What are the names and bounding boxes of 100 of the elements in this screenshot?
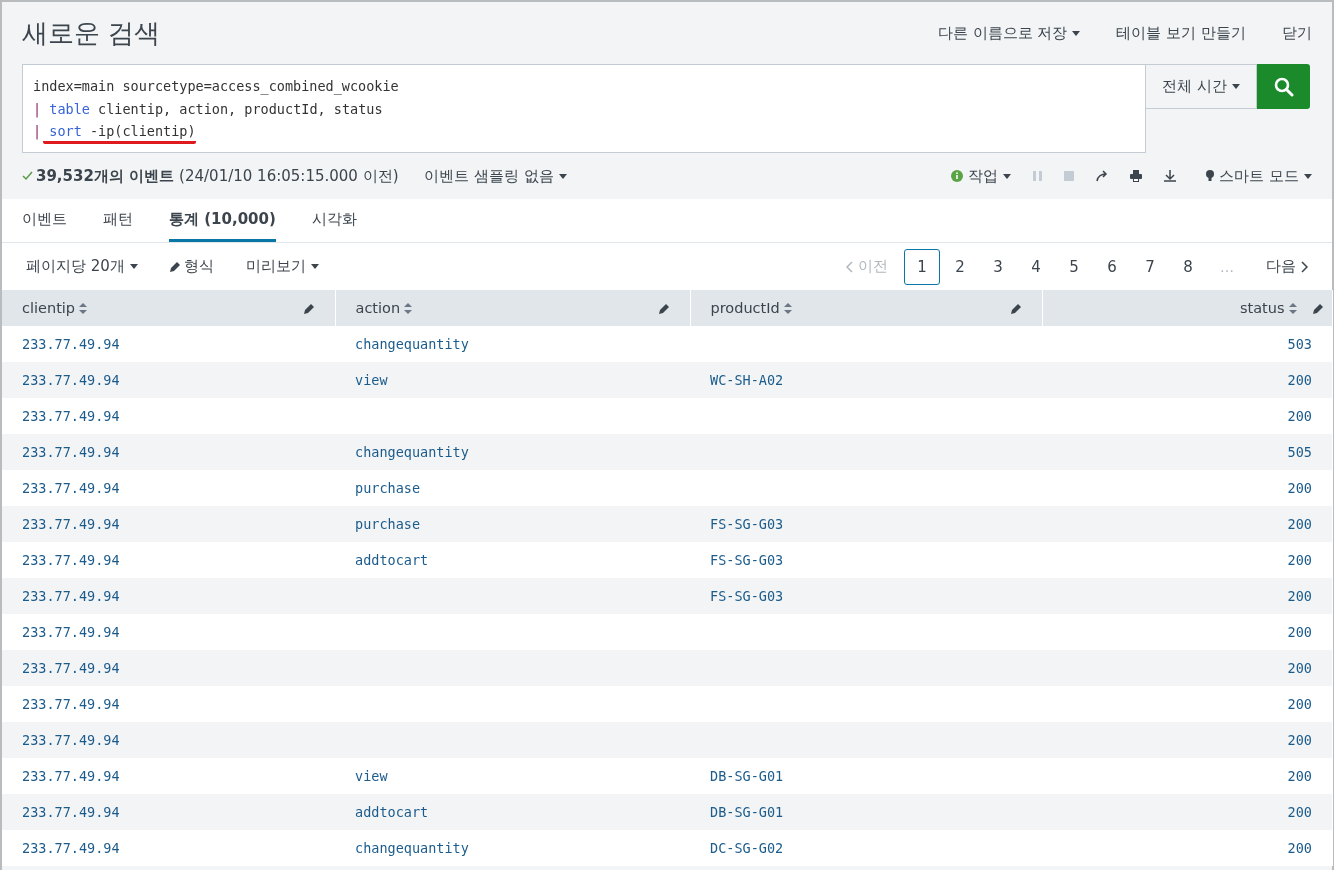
table-cell: 200 — [1042, 362, 1332, 398]
page-number-button[interactable]: 8 — [1170, 248, 1206, 285]
table-cell: 200 — [1042, 470, 1332, 506]
table-cell: FS-SG-G03 — [690, 506, 1042, 542]
table-cell: 200 — [1042, 830, 1332, 866]
table-cell: view — [335, 758, 690, 794]
table-cell: 233.77.49.94 — [2, 362, 335, 398]
table-cell: 233.77.49.94 — [2, 722, 335, 758]
table-cell: 200 — [1042, 398, 1332, 434]
page-number-button[interactable]: 7 — [1132, 248, 1168, 285]
column-header-sort[interactable]: action — [355, 300, 413, 316]
caret-icon — [1231, 84, 1240, 89]
time-range-picker[interactable]: 전체 시간 — [1146, 64, 1257, 109]
table-cell: purchase — [335, 470, 690, 506]
column-header-sort[interactable]: status — [1239, 300, 1297, 316]
rows-per-page-dropdown[interactable]: 페이지당 20개 — [26, 257, 138, 276]
sampling-dropdown[interactable]: 이벤트 샘플링 없음 — [424, 166, 568, 186]
pencil-icon[interactable] — [1312, 302, 1324, 314]
query-line: | sort -ip(clientip) — [33, 120, 196, 144]
share-arrow-icon[interactable] — [1096, 170, 1109, 182]
caret-icon — [129, 264, 138, 269]
table-cell: 505 — [1042, 434, 1332, 470]
event-count: 39,532개의 이벤트 — [36, 166, 175, 186]
search-mode-menu[interactable]: 스마트 모드 — [1206, 166, 1312, 186]
page-number-button[interactable]: 6 — [1094, 248, 1130, 285]
table-cell: changequantity — [335, 326, 690, 362]
header-action-button[interactable]: 테이블 보기 만들기 — [1116, 23, 1246, 43]
query-line: | table clientip, action, productId, status — [33, 99, 383, 120]
preview-dropdown[interactable]: 미리보기 — [245, 257, 319, 276]
table-cell: addtocart — [335, 794, 690, 830]
search-icon — [1273, 76, 1294, 97]
table-cell: 200 — [1042, 614, 1332, 650]
next-page-button[interactable]: 다음 — [1262, 257, 1312, 276]
table-cell: 200 — [1042, 506, 1332, 542]
caret-icon — [1003, 173, 1012, 179]
job-menu[interactable]: 작업 — [951, 166, 1012, 186]
column-header-sort[interactable]: clientip — [22, 300, 88, 316]
search-query-field[interactable]: index=main sourcetype=access_combined_wcookie | table clientip, action, productId, status | sort -ip(clientip) — [22, 64, 1146, 153]
table-cell: addtocart — [335, 542, 690, 578]
format-button[interactable]: 형식 — [169, 257, 214, 276]
page-number-button[interactable]: 4 — [1018, 248, 1054, 285]
table-cell: 233.77.49.94 — [2, 542, 335, 578]
header-action-button[interactable]: 닫기 — [1282, 23, 1312, 43]
sort-icon — [783, 302, 792, 314]
table-cell: 233.77.49.94 — [2, 830, 335, 866]
caret-icon — [1072, 30, 1081, 36]
results-tab[interactable]: 시각화 — [311, 199, 357, 242]
table-cell: 200 — [1042, 686, 1332, 722]
page-title: 새로운 검색 — [22, 16, 162, 50]
sort-icon — [1288, 302, 1297, 314]
table-cell: 200 — [1042, 722, 1332, 758]
table-cell: FS-SG-G03 — [690, 578, 1042, 614]
caret-icon — [1304, 173, 1312, 179]
info-icon — [951, 170, 964, 182]
table-cell: changequantity — [335, 434, 690, 470]
page-number-button[interactable]: 1 — [904, 248, 940, 285]
table-cell: 200 — [1042, 542, 1332, 578]
table-cell: 233.77.49.94 — [2, 650, 335, 686]
table-cell: FS-SG-G03 — [690, 542, 1042, 578]
caret-icon — [310, 264, 319, 269]
table-cell: 233.77.49.94 — [2, 326, 335, 362]
download-icon[interactable] — [1164, 170, 1177, 182]
results-tab[interactable]: 이벤트 — [22, 199, 67, 242]
table-cell: 503 — [1042, 326, 1332, 362]
table-cell: 233.77.49.94 — [2, 758, 335, 794]
sort-icon — [404, 302, 413, 314]
table-cell: 233.77.49.94 — [2, 398, 335, 434]
table-cell: 233.77.49.94 — [2, 614, 335, 650]
caret-icon — [559, 173, 568, 179]
table-cell: DB-SG-G01 — [690, 758, 1042, 794]
lightbulb-icon — [1206, 170, 1215, 182]
pencil-icon[interactable] — [658, 302, 670, 314]
event-time-range: (24/01/10 16:05:15.000 이전) — [179, 166, 399, 186]
table-cell: 233.77.49.94 — [2, 434, 335, 470]
pencil-icon — [169, 261, 181, 272]
pencil-icon[interactable] — [1010, 302, 1022, 314]
chevron-right-icon — [1301, 260, 1308, 273]
table-cell: 233.77.49.94 — [2, 470, 335, 506]
chevron-left-icon — [846, 260, 853, 273]
table-cell: DB-SG-G01 — [690, 794, 1042, 830]
table-cell: purchase — [335, 506, 690, 542]
page-number-button[interactable]: 2 — [942, 248, 978, 285]
column-header-sort[interactable]: productId — [710, 300, 792, 316]
table-cell: 233.77.49.94 — [2, 686, 335, 722]
table-cell: 233.77.49.94 — [2, 794, 335, 830]
pagination-ellipsis: … — [1220, 258, 1234, 275]
checkmark-icon — [22, 171, 33, 181]
search-button[interactable] — [1257, 64, 1310, 109]
table-cell: 200 — [1042, 578, 1332, 614]
table-cell: view — [335, 362, 690, 398]
table-cell: 200 — [1042, 794, 1332, 830]
table-cell: 233.77.49.94 — [2, 506, 335, 542]
results-tab[interactable]: 패턴 — [103, 199, 133, 242]
page-number-button[interactable]: 3 — [980, 248, 1016, 285]
table-cell: changequantity — [335, 830, 690, 866]
header-action-button[interactable]: 다른 이름으로 저장 — [937, 23, 1081, 43]
print-icon[interactable] — [1130, 170, 1143, 182]
table-cell: 200 — [1042, 650, 1332, 686]
pencil-icon[interactable] — [303, 302, 315, 314]
page-number-button[interactable]: 5 — [1056, 248, 1092, 285]
